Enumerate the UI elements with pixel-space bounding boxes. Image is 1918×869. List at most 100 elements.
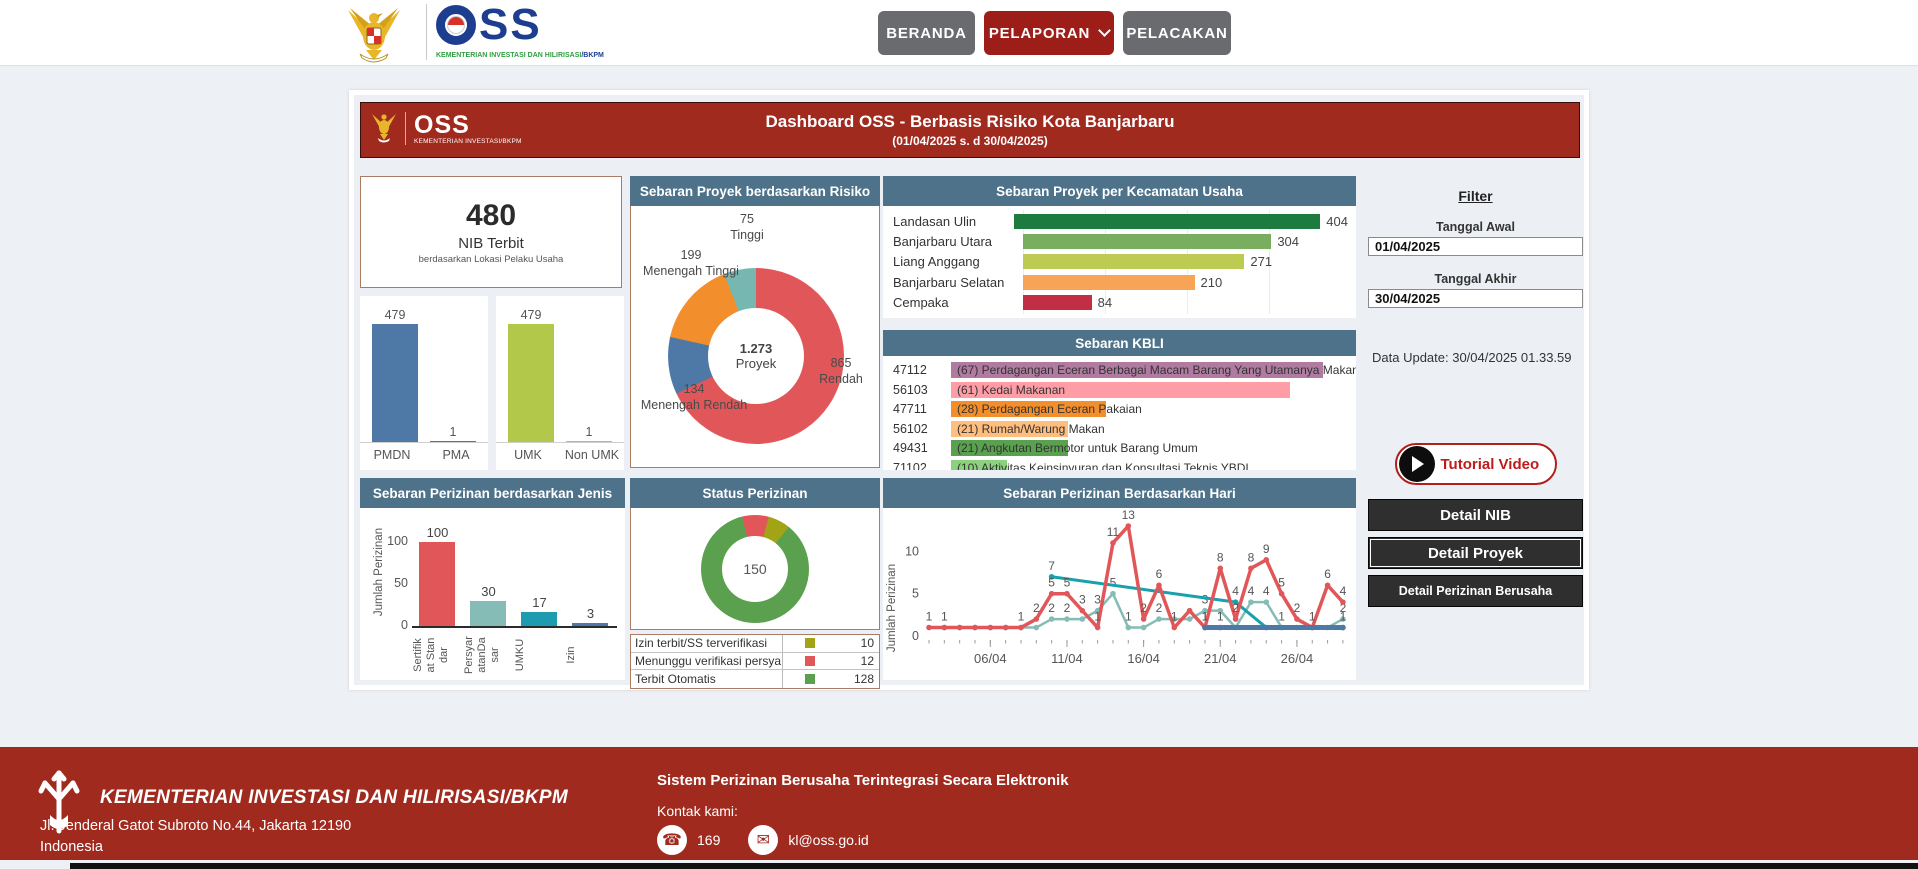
kbli-row: 47112(67) Perdagangan Eceran Berbagai Ma…	[893, 361, 1356, 381]
kbli-label: (28) Perdagangan Eceran Pakaian	[957, 402, 1142, 416]
kbli-row: 47711(28) Perdagangan Eceran Pakaian	[893, 400, 1356, 420]
kecamatan-value: 271	[1250, 254, 1272, 269]
legend-swatch	[805, 674, 815, 684]
tanggal-akhir-input[interactable]	[1368, 289, 1583, 308]
footer-address-line2: Indonesia	[40, 839, 103, 855]
nib-sublabel: berdasarkan Lokasi Pelaku Usaha	[419, 254, 564, 265]
jenis-bar-value: 30	[463, 584, 514, 599]
bar	[430, 441, 476, 442]
jenis-bar-value: 100	[412, 525, 463, 540]
svg-text:1: 1	[941, 610, 948, 624]
phone-icon[interactable]: ☎	[657, 825, 687, 855]
bar	[372, 324, 418, 442]
status-center-value: 150	[743, 561, 766, 577]
logo-divider	[426, 4, 427, 60]
jenis-x-label-text: UMKU	[514, 632, 560, 678]
svg-text:8: 8	[1248, 550, 1255, 564]
kbli-label: (10) Aktivitas Keinsinyuran dan Konsulta…	[957, 461, 1249, 471]
umk-nonumk-chart: 479 1 UMKNon UMK	[496, 296, 624, 470]
svg-text:4: 4	[1340, 584, 1347, 598]
segment-value: 865	[805, 356, 877, 372]
svg-text:1: 1	[1018, 610, 1025, 624]
jenis-bar-value: 17	[514, 595, 565, 610]
svg-text:1: 1	[1125, 610, 1132, 624]
kbli-row: 49431(21) Angkutan Bermotor untuk Barang…	[893, 439, 1356, 459]
svg-text:4: 4	[1263, 584, 1270, 598]
footer: KEMENTERIAN INVESTASI DAN HILIRISASI/BKP…	[0, 747, 1918, 860]
kbli-code: 56103	[893, 383, 945, 397]
jenis-bar	[572, 623, 608, 626]
kecamatan-name: Banjarbaru Selatan	[893, 275, 1023, 290]
filter-sidebar: Filter Tanggal Awal Tanggal Akhir Data U…	[1368, 176, 1583, 607]
footer-ministry-title: KEMENTERIAN INVESTASI DAN HILIRISASI/BKP…	[100, 787, 568, 809]
legend-label: Menunggu verifikasi persya..	[631, 653, 783, 670]
kecamatan-bar	[1023, 295, 1092, 310]
legend-label: Izin terbit/SS terverifikasi	[631, 635, 783, 652]
nav-button-beranda[interactable]: BERANDA	[878, 11, 975, 55]
svg-text:1: 1	[1094, 610, 1101, 624]
bar-value-label: 1	[586, 425, 593, 439]
footer-address-line1: Jl. Jenderal Gatot Subroto No.44, Jakart…	[40, 818, 351, 834]
kecamatan-value: 84	[1098, 295, 1112, 310]
legend-row: Izin terbit/SS terverifikasi10	[631, 635, 879, 653]
x-axis-labels: PMDNPMA	[360, 442, 488, 470]
oss-logo-flag-o	[436, 5, 476, 45]
svg-text:5: 5	[1278, 576, 1285, 590]
kecamatan-bar	[1023, 254, 1244, 269]
risiko-panel-title: Sebaran Proyek berdasarkan Risiko	[630, 176, 880, 206]
jenis-x-label: Sertifik at Stan dar	[412, 632, 463, 678]
svg-text:5: 5	[1064, 576, 1071, 590]
kecamatan-value: 304	[1277, 234, 1299, 249]
nav-button-pelacakan[interactable]: PELACAKAN	[1123, 11, 1231, 55]
bar	[508, 324, 554, 442]
garuda-emblem-logo	[342, 2, 406, 69]
kbli-row: 71102(10) Aktivitas Keinsinyuran dan Kon…	[893, 459, 1356, 471]
dashboard-banner: OSS KEMENTERIAN INVESTASI/BKPM Dashboard…	[360, 102, 1580, 158]
dashboard-date-range: (01/04/2025 s. d 30/04/2025)	[361, 134, 1579, 148]
email-icon[interactable]: ✉	[748, 825, 778, 855]
kbli-code: 47112	[893, 363, 945, 377]
svg-text:1: 1	[1171, 610, 1178, 624]
jenis-bar	[470, 601, 506, 626]
kecamatan-name: Banjarbaru Utara	[893, 234, 1023, 249]
svg-text:10: 10	[905, 544, 919, 558]
x-axis-labels: UMKNon UMK	[496, 442, 624, 470]
jenis-x-label-text: Persyar atanDa sar	[463, 632, 509, 678]
bottom-edge-bar	[70, 863, 1918, 869]
tanggal-akhir-label: Tanggal Akhir	[1368, 272, 1583, 286]
svg-text:Jumlah Perizinan: Jumlah Perizinan	[886, 564, 898, 652]
hari-line-chart[interactable]: Jumlah Perizinan051006/0411/0416/0421/04…	[883, 508, 1356, 680]
footer-contact-label: Kontak kami:	[657, 803, 738, 819]
detail-nib-button[interactable]: Detail NIB	[1368, 499, 1583, 531]
tanggal-awal-input[interactable]	[1368, 237, 1583, 256]
svg-text:5: 5	[912, 587, 919, 601]
kbli-code: 56102	[893, 422, 945, 436]
pmdn-pma-chart: 4791PMDNPMA	[360, 296, 488, 470]
svg-text:5: 5	[1048, 576, 1055, 590]
legend-row: Menunggu verifikasi persya..12	[631, 653, 879, 671]
nav-button-pelaporan[interactable]: PELAPORAN	[984, 11, 1114, 55]
jenis-bar	[419, 542, 455, 626]
kbli-panel-title: Sebaran KBLI	[883, 330, 1356, 356]
status-donut-chart[interactable]: 150	[701, 515, 809, 623]
jenis-x-label: Izin	[565, 632, 616, 678]
nib-terbit-card: 480 NIB Terbit berdasarkan Lokasi Pelaku…	[360, 176, 622, 288]
jenis-x-label-text: Sertifik at Stan dar	[412, 632, 458, 678]
oss-logo: SS KEMENTERIAN INVESTASI DAN HILIRISASI/…	[436, 2, 604, 59]
detail-proyek-button[interactable]: Detail Proyek	[1368, 537, 1583, 569]
tutorial-video-button[interactable]: Tutorial Video	[1395, 443, 1557, 485]
status-panel-title: Status Perizinan	[630, 478, 880, 508]
risiko-segment-label: 199Menengah Tinggi	[631, 248, 751, 279]
jenis-panel-title: Sebaran Perizinan berdasarkan Jenis	[360, 478, 625, 508]
detail-perizinan-button[interactable]: Detail Perizinan Berusaha	[1368, 575, 1583, 607]
kecamatan-value: 210	[1201, 275, 1223, 290]
legend-value: 128	[815, 672, 879, 686]
status-panel: Status Perizinan 150 Izin terbit/SS terv…	[630, 478, 880, 689]
kbli-label: (21) Rumah/Warung Makan	[957, 422, 1105, 436]
svg-text:16/04: 16/04	[1127, 651, 1160, 666]
svg-text:1: 1	[1340, 610, 1347, 624]
svg-text:1: 1	[926, 610, 933, 624]
svg-text:4: 4	[1232, 584, 1239, 598]
data-update-text: Data Update: 30/04/2025 01.33.59	[1368, 350, 1583, 365]
bar-value-label: 479	[521, 308, 542, 322]
